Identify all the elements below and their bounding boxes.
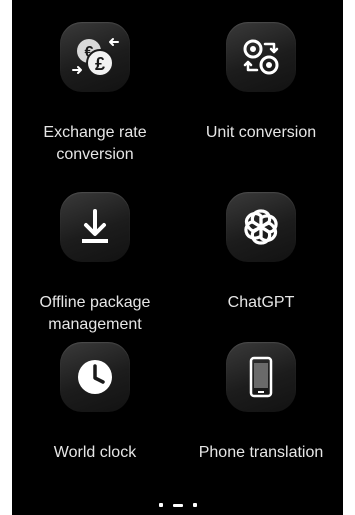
phone-icon <box>226 342 296 412</box>
page-dot <box>192 503 197 507</box>
tile-exchange-rate-conversion[interactable]: € £ Exchange rate conversion <box>12 0 178 170</box>
tile-label: Unit conversion <box>205 124 317 141</box>
tile-label: ChatGPT <box>227 294 295 311</box>
tile-label: Phone translation <box>198 444 324 461</box>
tile-unit-conversion[interactable]: Unit conversion <box>178 0 343 170</box>
tile-phone-translation[interactable]: Phone translation <box>178 320 343 490</box>
chatgpt-icon <box>226 192 296 262</box>
app-grid-screen: € £ Exchange rate conversion Unit conver… <box>12 0 343 515</box>
page-dot <box>158 503 163 507</box>
tile-offline-package-management[interactable]: Offline package management <box>12 170 178 340</box>
clock-icon <box>60 342 130 412</box>
tile-label: Exchange rate conversion <box>43 124 147 163</box>
page-indicator <box>12 499 343 511</box>
download-icon <box>60 192 130 262</box>
page-dot-active <box>172 503 183 507</box>
currency-exchange-icon: € £ <box>60 22 130 92</box>
tile-chatgpt[interactable]: ChatGPT <box>178 170 343 340</box>
tile-world-clock[interactable]: World clock <box>12 320 178 490</box>
tile-label: World clock <box>53 444 137 461</box>
svg-text:£: £ <box>95 54 105 74</box>
unit-conversion-icon <box>226 22 296 92</box>
